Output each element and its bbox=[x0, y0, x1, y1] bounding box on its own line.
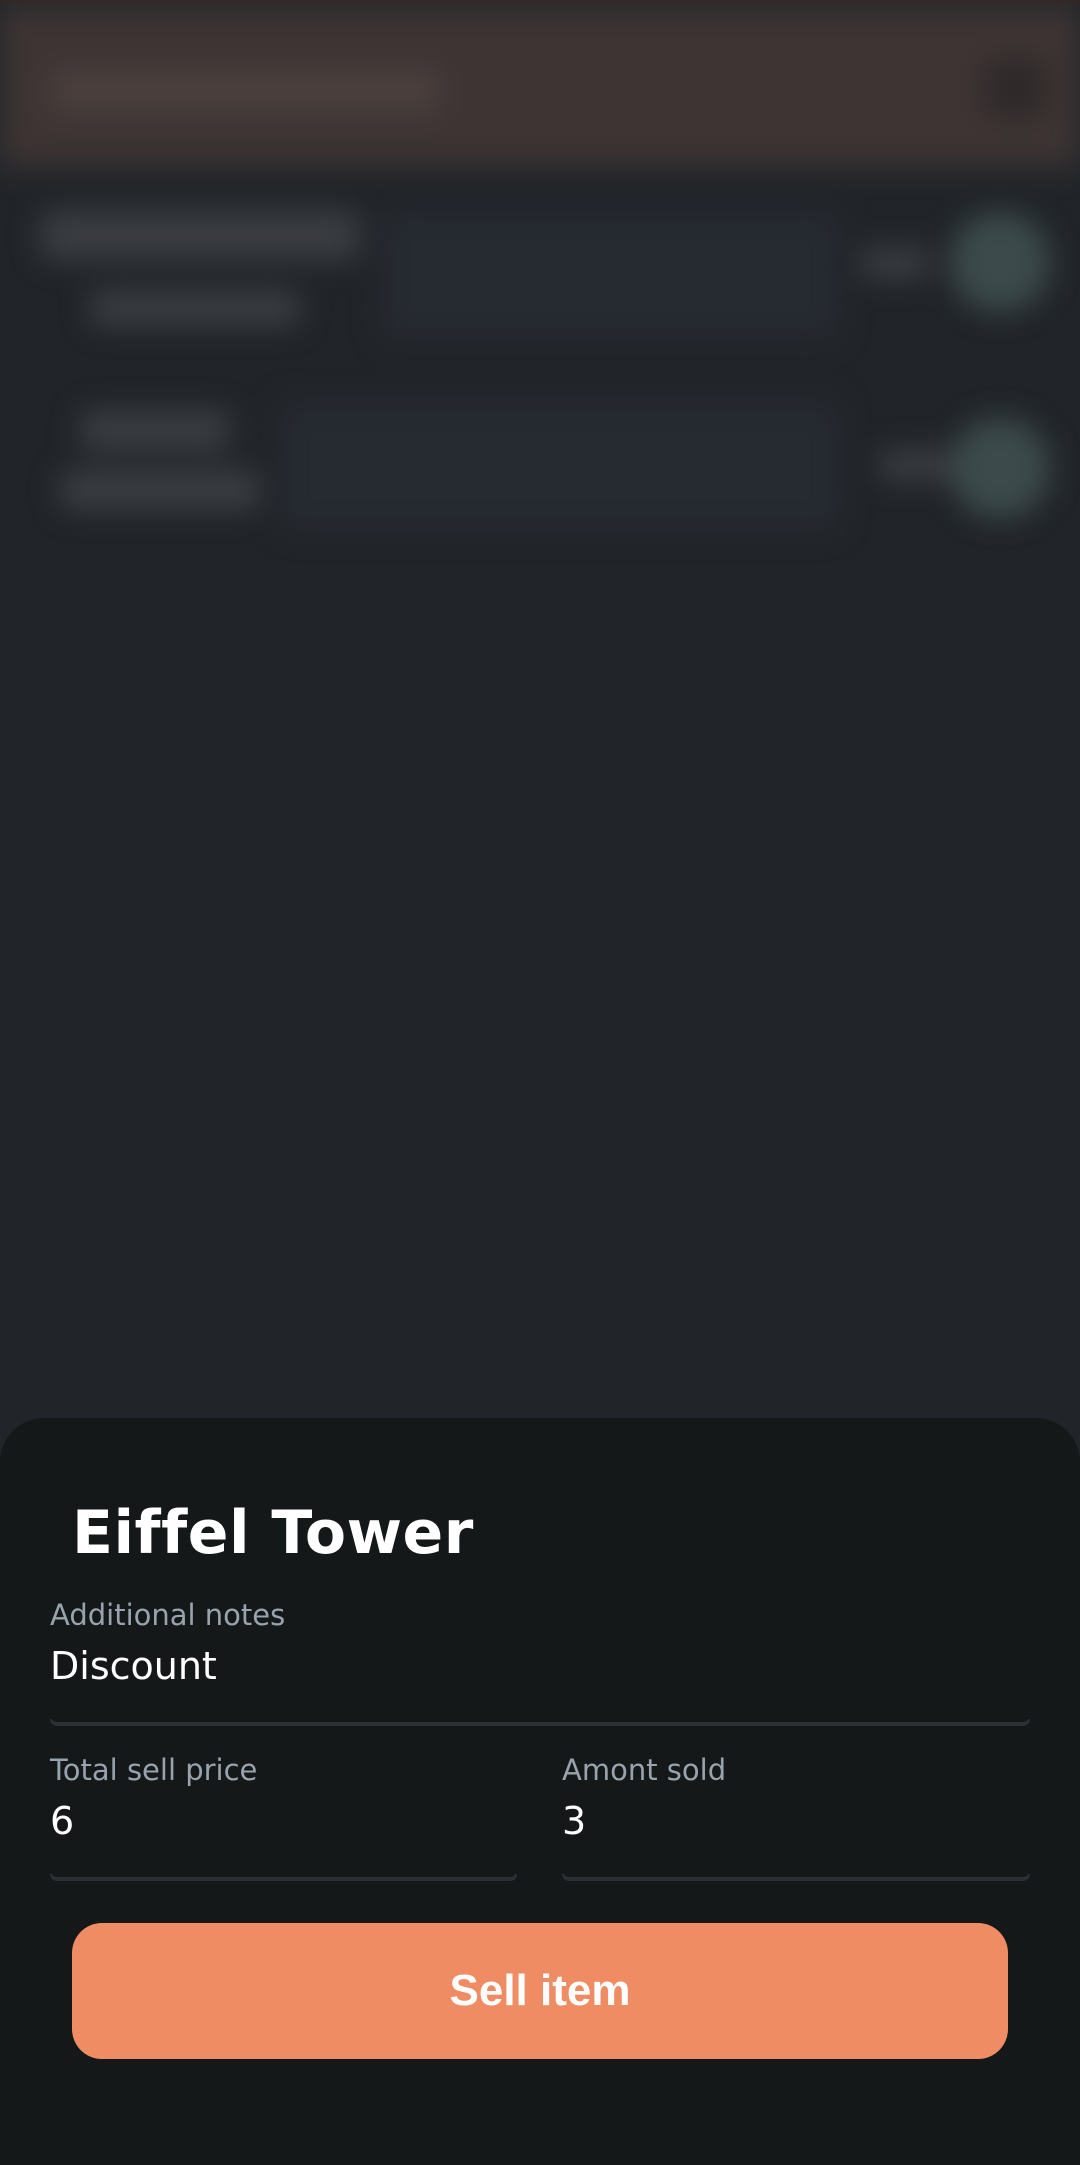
background-row-value bbox=[880, 450, 950, 480]
total-sell-price-field[interactable]: Total sell price 6 bbox=[50, 1753, 517, 1881]
sell-item-button[interactable]: Sell item bbox=[72, 1923, 1008, 2059]
background-header-button bbox=[985, 58, 1045, 118]
background-row-avatar bbox=[950, 212, 1050, 312]
background-row-label bbox=[40, 210, 360, 260]
total-sell-price-label: Total sell price bbox=[50, 1753, 258, 1787]
amount-sold-underline bbox=[562, 1874, 1030, 1881]
background-row-sublabel bbox=[90, 290, 300, 326]
total-sell-price-input[interactable]: 6 bbox=[50, 1799, 74, 1843]
additional-notes-label: Additional notes bbox=[50, 1598, 286, 1632]
sell-item-button-label: Sell item bbox=[449, 1966, 631, 2015]
background-row-label bbox=[80, 410, 230, 450]
additional-notes-underline bbox=[50, 1719, 1030, 1726]
total-sell-price-underline bbox=[50, 1874, 517, 1881]
background-row-avatar bbox=[950, 418, 1050, 518]
amount-sold-field[interactable]: Amont sold 3 bbox=[562, 1753, 1030, 1881]
background-row-bar bbox=[380, 210, 840, 340]
background-row-bar bbox=[280, 400, 840, 530]
background-header bbox=[0, 6, 1080, 166]
screen: Eiffel Tower Additional notes Discount T… bbox=[0, 0, 1080, 2165]
background-list-row bbox=[0, 190, 1080, 340]
background-list-row bbox=[0, 400, 1080, 550]
blurred-background-app bbox=[0, 0, 1080, 1420]
amount-sold-input[interactable]: 3 bbox=[562, 1799, 586, 1843]
background-row-value bbox=[860, 248, 930, 278]
sell-item-bottom-sheet: Eiffel Tower Additional notes Discount T… bbox=[0, 1418, 1080, 2165]
background-header-title bbox=[50, 68, 440, 114]
sheet-title: Eiffel Tower bbox=[72, 1498, 474, 1568]
amount-sold-label: Amont sold bbox=[562, 1753, 727, 1787]
background-row-sublabel bbox=[60, 470, 260, 510]
additional-notes-input[interactable]: Discount bbox=[50, 1644, 217, 1688]
additional-notes-field[interactable]: Additional notes Discount bbox=[50, 1598, 1030, 1726]
